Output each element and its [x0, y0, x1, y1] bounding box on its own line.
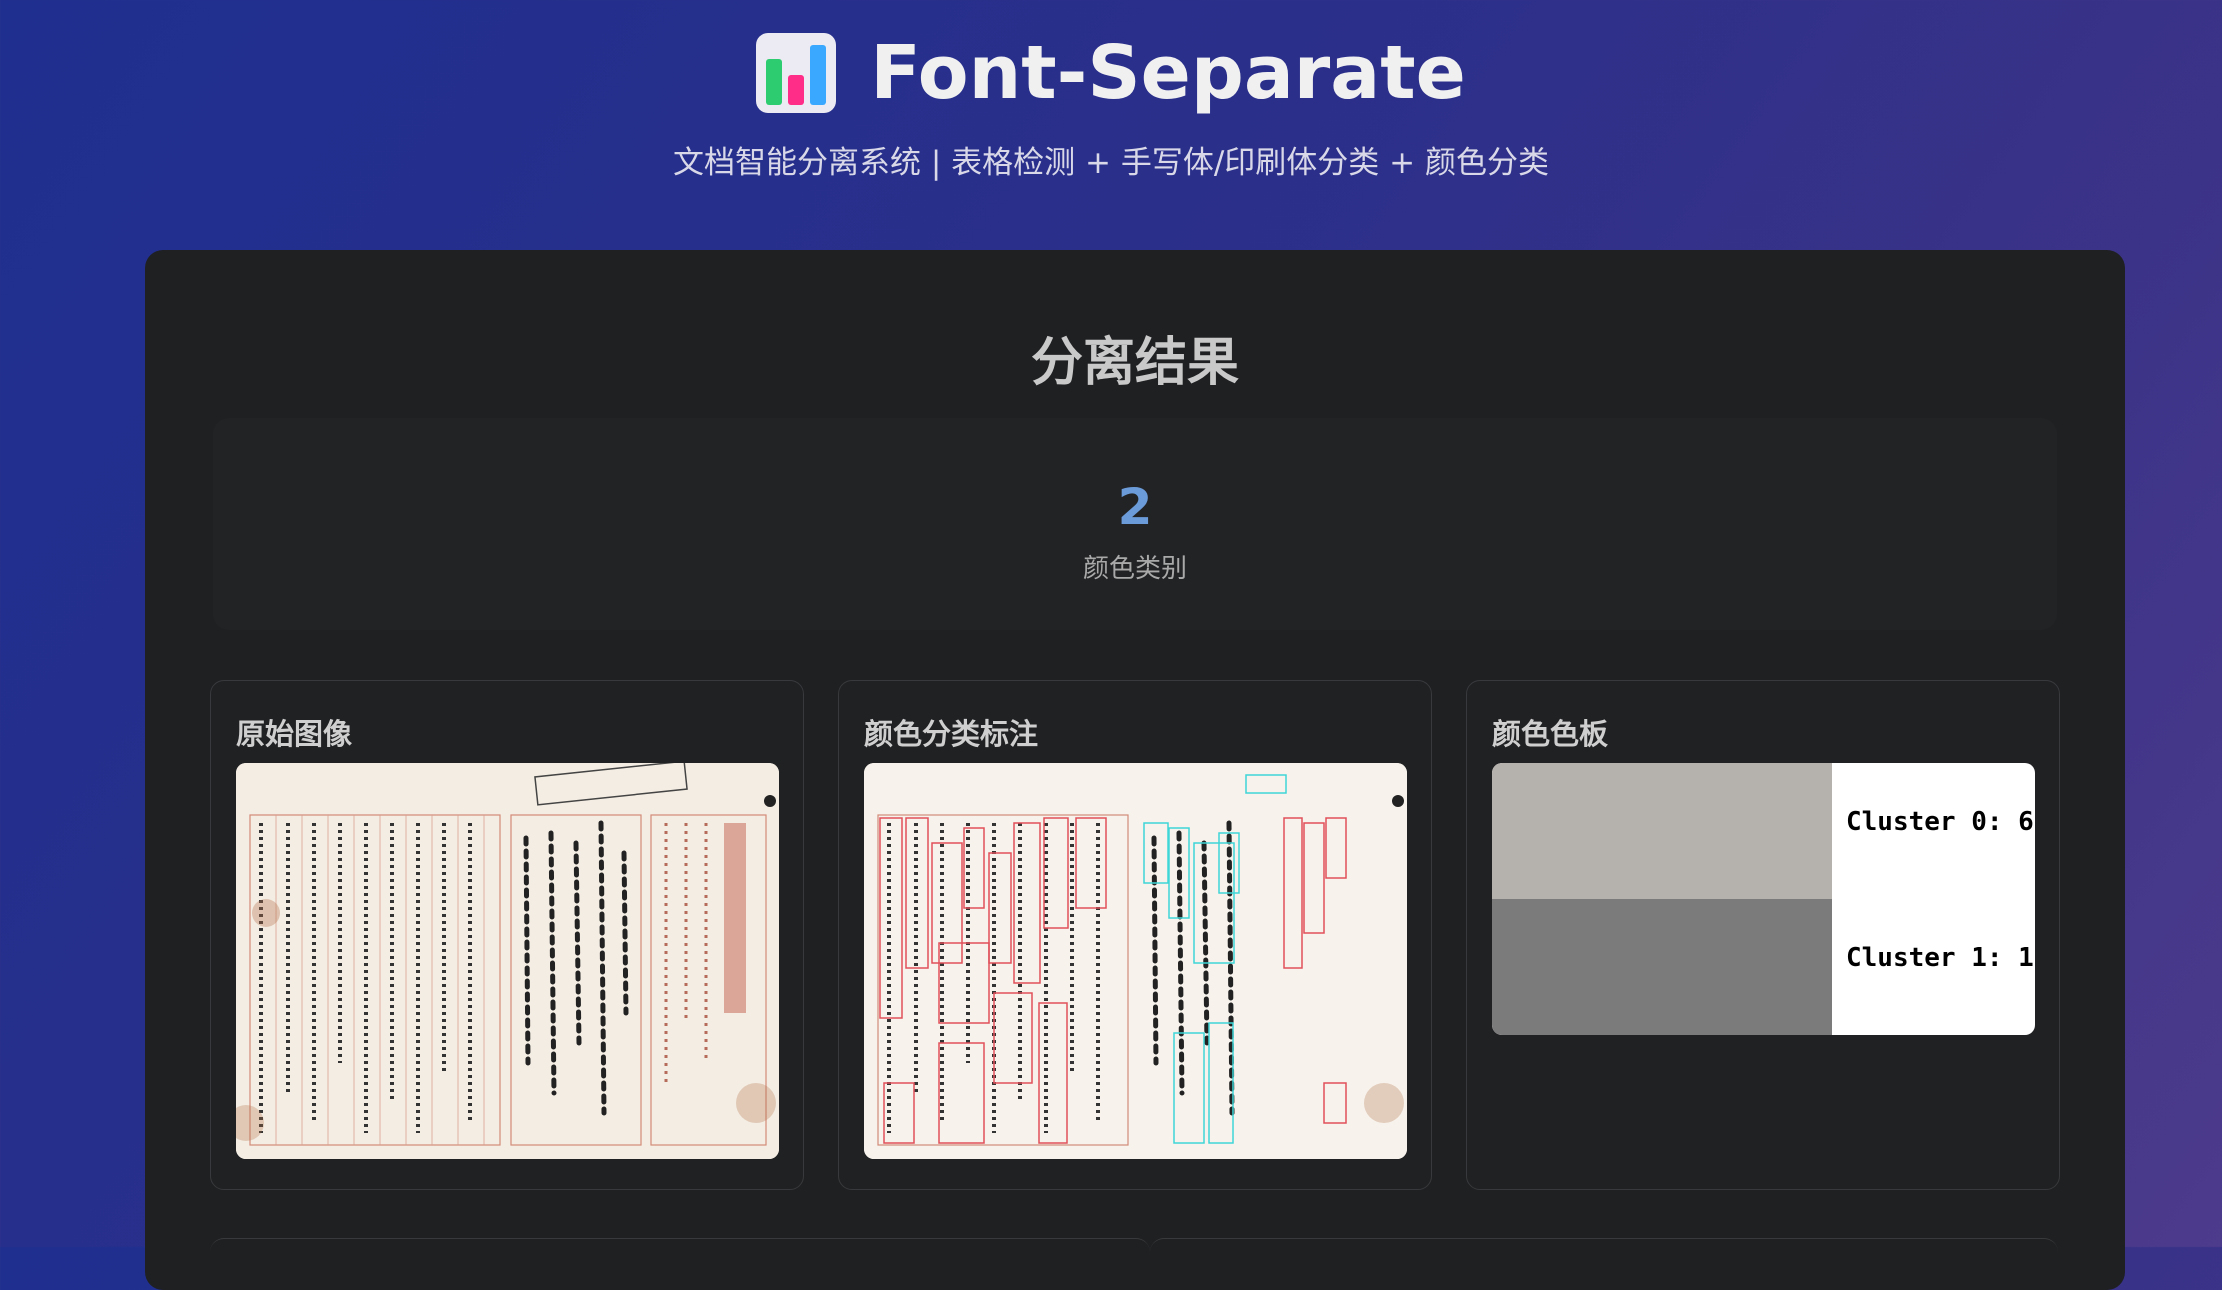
color-palette-image[interactable]: Cluster 0: 62 Cluster 1: 16	[1492, 763, 2035, 1035]
cluster-0-swatch	[1492, 763, 1832, 899]
cluster-1-label: Cluster 1: 16	[1846, 943, 2035, 973]
original-image-card: 原始图像	[210, 680, 804, 1190]
results-panel: 分离结果 2 颜色类别 原始图像 颜色分类标注 颜色色板 Cluster 0: …	[145, 250, 2125, 1290]
card-title-annotated: 颜色分类标注	[864, 717, 1039, 751]
original-document-image[interactable]	[236, 763, 779, 1159]
card-title-palette: 颜色色板	[1492, 717, 1609, 751]
color-palette-card: 颜色色板 Cluster 0: 62 Cluster 1: 16	[1466, 680, 2060, 1190]
cluster-1-swatch	[1492, 899, 1832, 1035]
page-header: Font-Separate 文档智能分离系统 | 表格检测 + 手写体/印刷体分…	[0, 30, 2222, 182]
stat-label: 颜色类别	[1082, 554, 1187, 584]
bar-chart-icon	[756, 33, 837, 113]
next-card-edge-right	[1150, 1238, 2058, 1259]
cluster-0-label: Cluster 0: 62	[1846, 807, 2035, 837]
color-category-stat: 2 颜色类别	[213, 418, 2057, 630]
app-subtitle: 文档智能分离系统 | 表格检测 + 手写体/印刷体分类 + 颜色分类	[673, 145, 1549, 181]
annotated-image-card: 颜色分类标注	[838, 680, 1432, 1190]
next-card-edge-left	[210, 1238, 1150, 1259]
card-title-original: 原始图像	[236, 717, 353, 751]
results-title: 分离结果	[1030, 333, 1239, 393]
app-title: Font-Separate	[870, 30, 1466, 116]
stat-value: 2	[1117, 478, 1153, 536]
title-row: Font-Separate	[756, 30, 1466, 116]
annotated-document-image[interactable]	[864, 763, 1407, 1159]
